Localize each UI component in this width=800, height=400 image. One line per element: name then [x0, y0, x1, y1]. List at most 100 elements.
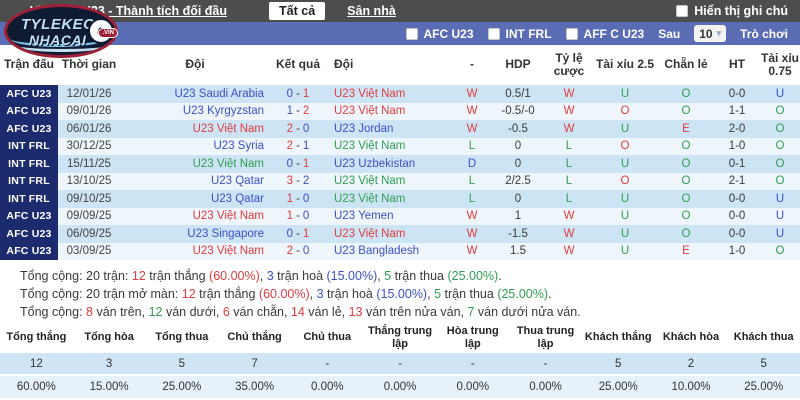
- stats-count-cell: 5: [145, 358, 218, 370]
- match-row[interactable]: AFC U2309/09/25U23 Việt Nam1-0U23 YemenW…: [0, 208, 800, 226]
- text-segment: (15.00%): [327, 269, 378, 283]
- score-separator: -: [296, 140, 300, 152]
- tab-all[interactable]: Tất cả: [269, 2, 325, 20]
- home-team-name: U23 Saudi Arabia: [120, 85, 270, 103]
- text-segment: 8: [86, 305, 93, 319]
- away-score: 0: [303, 245, 309, 257]
- stats-percent-cell: 10.00%: [655, 381, 728, 393]
- away-team-name: U23 Jordan: [326, 120, 454, 138]
- score-separator: -: [296, 88, 300, 100]
- match-row[interactable]: AFC U2306/09/25U23 Singapore0-1U23 Việt …: [0, 225, 800, 243]
- league-badge: AFC U23: [0, 208, 58, 226]
- stats-count-cell: -: [436, 358, 509, 370]
- odds-result: W: [546, 103, 592, 121]
- score: 1-2: [270, 103, 326, 121]
- text-segment: ,: [310, 287, 317, 301]
- home-team-name: U23 Qatar: [120, 190, 270, 208]
- over-under-0-75: O: [760, 120, 800, 138]
- stats-count-cell: -: [509, 358, 582, 370]
- after-label: Sau: [658, 27, 680, 41]
- show-notes-checkbox[interactable]: [676, 5, 688, 17]
- int-frl-checkbox[interactable]: [488, 28, 500, 40]
- header-odd-even: Chẵn lẻ: [658, 58, 714, 71]
- home-score: 0: [287, 88, 293, 100]
- text-segment: 3: [317, 287, 324, 301]
- league-badge: INT FRL: [0, 173, 58, 191]
- match-count-select[interactable]: 10 ▾: [694, 25, 726, 42]
- over-under-0-75: U: [760, 225, 800, 243]
- match-row[interactable]: INT FRL30/12/25U23 Syria2-1U23 Việt NamL…: [0, 138, 800, 156]
- halftime-score: 0-0: [714, 208, 760, 226]
- text-segment: ,: [260, 269, 267, 283]
- match-row[interactable]: AFC U2306/01/26U23 Việt Nam2-0U23 Jordan…: [0, 120, 800, 138]
- stats-count-cell: 3: [73, 358, 146, 370]
- over-under-2-5: O: [592, 138, 658, 156]
- match-row[interactable]: AFC U2312/01/26U23 Saudi Arabia0-1U23 Vi…: [0, 85, 800, 103]
- text-segment: ván dưới nửa ván.: [474, 305, 580, 319]
- result-letter: D: [454, 155, 490, 173]
- stats-header-cell: Khách thua: [727, 331, 800, 344]
- filter-afc-u23[interactable]: AFC U23: [406, 27, 474, 41]
- header-away-team: Đội: [326, 58, 454, 71]
- result-letter: W: [454, 85, 490, 103]
- logo-text-line2: NHACAI: [29, 32, 86, 48]
- header-ht: HT: [714, 58, 760, 71]
- halftime-score: 1-0: [714, 138, 760, 156]
- halftime-score: 0-0: [714, 190, 760, 208]
- text-segment: trận hoà: [324, 287, 377, 301]
- home-score: 2: [287, 140, 293, 152]
- match-row[interactable]: INT FRL15/11/25U23 Việt Nam0-1U23 Uzbeki…: [0, 155, 800, 173]
- stats-header-cell: Tổng thua: [145, 331, 218, 344]
- match-row[interactable]: AFC U2303/09/25U23 Việt Nam2-0U23 Bangla…: [0, 243, 800, 261]
- handicap-value: -0.5: [490, 120, 546, 138]
- filter-int-frl[interactable]: INT FRL: [488, 27, 552, 41]
- afc-u23-checkbox[interactable]: [406, 28, 418, 40]
- stats-header-cell: Chủ thắng: [218, 331, 291, 344]
- score: 0-1: [270, 155, 326, 173]
- stats-percent-cell: 0.00%: [509, 381, 582, 393]
- match-row[interactable]: INT FRL09/10/25U23 Qatar1-0U23 Việt NamL…: [0, 190, 800, 208]
- result-letter: W: [454, 243, 490, 261]
- result-letter: W: [454, 103, 490, 121]
- odd-even: O: [658, 190, 714, 208]
- over-under-2-5: U: [592, 243, 658, 261]
- site-logo[interactable]: TYLEKEO NHACAI .VIN: [4, 4, 118, 58]
- match-date: 03/09/25: [58, 243, 120, 261]
- stats-count-cell: 2: [655, 358, 728, 370]
- text-segment: ván dưới,: [162, 305, 222, 319]
- league-badge: AFC U23: [0, 85, 58, 103]
- match-date: 06/01/26: [58, 120, 120, 138]
- match-row[interactable]: INT FRL13/10/25U23 Qatar3-2U23 Việt NamL…: [0, 173, 800, 191]
- league-badge: AFC U23: [0, 225, 58, 243]
- match-row[interactable]: AFC U2309/01/26U23 Kyrgyzstan1-2U23 Việt…: [0, 103, 800, 121]
- header-dash: -: [454, 58, 490, 71]
- league-badge: AFC U23: [0, 120, 58, 138]
- home-team-name: U23 Singapore: [120, 225, 270, 243]
- odd-even: E: [658, 120, 714, 138]
- filter-aff-c-u23[interactable]: AFF C U23: [566, 27, 645, 41]
- result-letter: W: [454, 120, 490, 138]
- home-score: 1: [287, 210, 293, 222]
- handicap-value: 2/2.5: [490, 173, 546, 191]
- text-segment: (15.00%): [376, 287, 427, 301]
- score: 2-0: [270, 120, 326, 138]
- result-letter: W: [454, 225, 490, 243]
- over-under-0-75: O: [760, 173, 800, 191]
- away-score: 1: [303, 228, 309, 240]
- logo-text-line1: TYLEKEO: [21, 16, 95, 33]
- aff-c-u23-checkbox[interactable]: [566, 28, 578, 40]
- over-under-2-5: O: [592, 173, 658, 191]
- text-segment: 12: [132, 269, 146, 283]
- over-under-2-5: U: [592, 225, 658, 243]
- text-segment: Tổng cộng:: [20, 305, 86, 319]
- halftime-score: 0-0: [714, 225, 760, 243]
- tab-home-venue[interactable]: Sân nhà: [347, 4, 396, 18]
- stats-percent-cell: 0.00%: [436, 381, 509, 393]
- home-score: 2: [287, 123, 293, 135]
- match-date: 09/09/25: [58, 208, 120, 226]
- history-rows: AFC U2312/01/26U23 Saudi Arabia0-1U23 Vi…: [0, 85, 800, 260]
- match-date: 06/09/25: [58, 225, 120, 243]
- score: 1-0: [270, 190, 326, 208]
- score-separator: -: [296, 123, 300, 135]
- league-badge: INT FRL: [0, 155, 58, 173]
